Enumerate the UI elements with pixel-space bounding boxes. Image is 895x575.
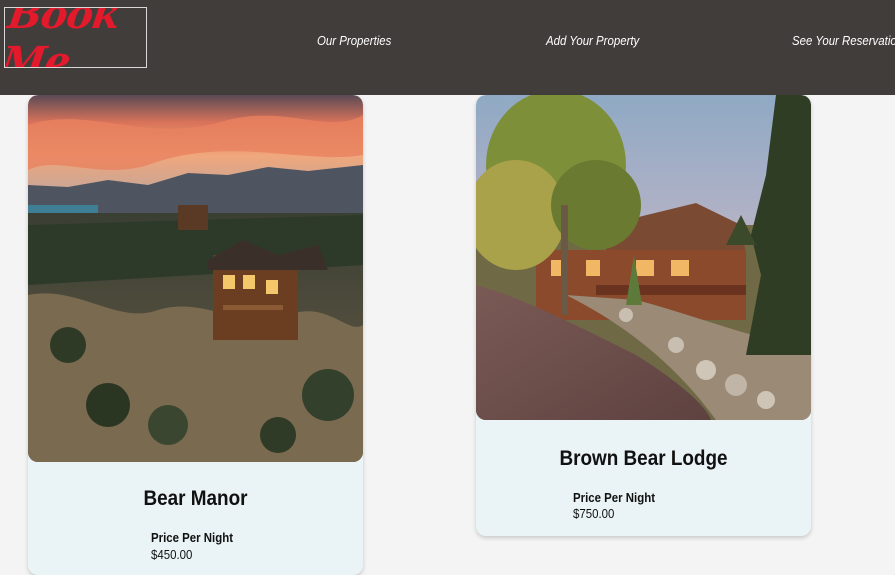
- nav-our-properties[interactable]: Our Properties: [317, 33, 391, 48]
- price-per-night-label: Price Per Night: [151, 530, 234, 545]
- brown-bear-lodge-photo: [476, 95, 811, 420]
- property-image[interactable]: [28, 95, 363, 462]
- nav-add-your-property[interactable]: Add Your Property: [546, 33, 639, 48]
- top-nav-bar: Book Me Our Properties Add Your Property…: [0, 0, 895, 95]
- price-value: $450.00: [151, 547, 193, 562]
- property-name: Bear Manor: [143, 487, 248, 510]
- logo-text: Book Me: [4, 7, 123, 68]
- bear-manor-photo: [28, 95, 363, 462]
- price-per-night-label: Price Per Night: [573, 490, 656, 505]
- price-value: $750.00: [573, 506, 615, 521]
- property-card-brown-bear-lodge[interactable]: Brown Bear Lodge Price Per Night $750.00: [476, 95, 811, 536]
- property-card-bear-manor[interactable]: Bear Manor Price Per Night $450.00: [28, 95, 363, 575]
- book-me-logo[interactable]: Book Me: [4, 7, 147, 68]
- property-image[interactable]: [476, 95, 811, 420]
- property-name: Brown Bear Lodge: [559, 447, 728, 470]
- nav-see-your-reservations[interactable]: See Your Reservations: [792, 33, 895, 48]
